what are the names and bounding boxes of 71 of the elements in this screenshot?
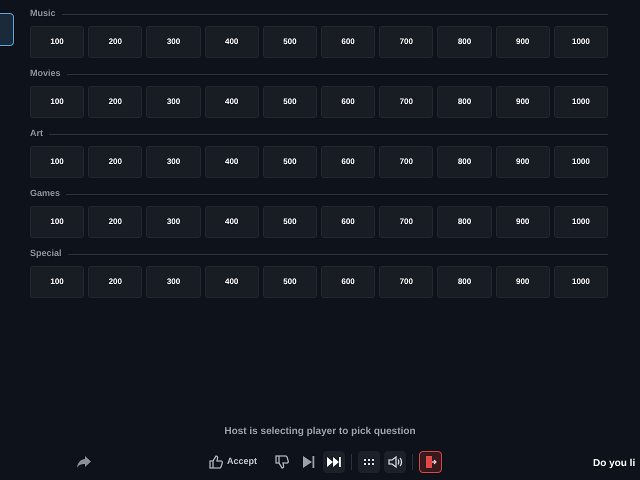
question-tile[interactable]: 800 [437,26,492,58]
exit-door-icon [424,455,437,469]
question-tile[interactable]: 800 [437,146,492,178]
question-tile[interactable]: 700 [379,26,434,58]
question-tile[interactable]: 600 [321,206,376,238]
question-tile[interactable]: 700 [379,146,434,178]
question-tile[interactable]: 400 [204,86,259,118]
question-tile[interactable]: 900 [496,146,550,178]
thumbs-up-icon [208,454,224,470]
question-tile[interactable]: 300 [146,266,201,298]
question-tile[interactable]: 400 [204,146,259,178]
category-title: Movies [30,67,61,80]
question-tile[interactable]: 700 [379,206,434,238]
question-tile[interactable]: 900 [496,206,550,238]
question-tile[interactable]: 600 [321,26,376,58]
dots-grid-icon [363,458,376,466]
exit-button[interactable] [419,451,442,473]
question-tile[interactable]: 800 [437,206,492,238]
question-tile[interactable]: 100 [30,86,84,118]
question-tile[interactable]: 500 [262,26,317,58]
speaker-icon [387,454,404,470]
question-tile[interactable]: 100 [30,26,84,58]
fast-forward-button[interactable] [323,451,346,473]
category-title: Special [30,247,62,260]
question-tile[interactable]: 1000 [554,266,608,298]
question-tile[interactable]: 200 [88,206,142,238]
question-tile[interactable]: 900 [496,266,550,298]
question-tile[interactable]: 900 [496,26,550,58]
question-tile[interactable]: 500 [262,86,317,118]
question-tile[interactable]: 200 [88,26,142,58]
question-text: Do you li [593,457,636,471]
thumbs-down-icon [274,454,290,470]
question-tile[interactable]: 400 [204,206,259,238]
question-tile[interactable]: 700 [379,86,434,118]
question-tile[interactable]: 100 [30,266,84,298]
accept-button[interactable]: Accept [206,451,260,473]
question-tile[interactable]: 100 [30,206,84,238]
question-tile[interactable]: 600 [321,86,376,118]
question-tile[interactable]: 200 [88,266,142,298]
question-tile[interactable]: 300 [146,146,201,178]
question-tile[interactable]: 200 [88,86,142,118]
question-tile[interactable]: 900 [496,86,550,118]
question-tile[interactable]: 600 [321,146,376,178]
question-tile[interactable]: 500 [262,206,317,238]
category-title: Games [30,187,60,200]
question-tile[interactable]: 400 [204,26,259,58]
question-tile[interactable]: 1000 [554,26,608,58]
category-title: Music [30,7,56,20]
volume-button[interactable] [384,451,406,473]
fast-forward-icon [326,455,342,469]
selected-tile[interactable] [0,13,14,46]
question-tile[interactable]: 600 [321,266,376,298]
question-tile[interactable]: 1000 [554,146,608,178]
question-tile[interactable]: 300 [146,26,201,58]
question-tile[interactable]: 1000 [554,86,608,118]
menu-button[interactable] [358,451,380,473]
question-tile[interactable]: 300 [146,206,201,238]
status-text: Host is selecting player to pick question [224,425,416,439]
question-tile[interactable]: 500 [262,266,317,298]
question-tile[interactable]: 400 [204,266,259,298]
question-tile[interactable]: 800 [437,266,492,298]
share-icon[interactable] [76,455,92,469]
question-tile[interactable]: 800 [437,86,492,118]
question-tile[interactable]: 300 [146,86,201,118]
skip-icon [300,454,316,470]
question-tile[interactable]: 200 [88,146,142,178]
question-tile[interactable]: 500 [262,146,317,178]
question-tile[interactable]: 700 [379,266,434,298]
question-tile[interactable]: 100 [30,146,84,178]
question-tile[interactable]: 1000 [554,206,608,238]
category-title: Art [30,127,43,140]
